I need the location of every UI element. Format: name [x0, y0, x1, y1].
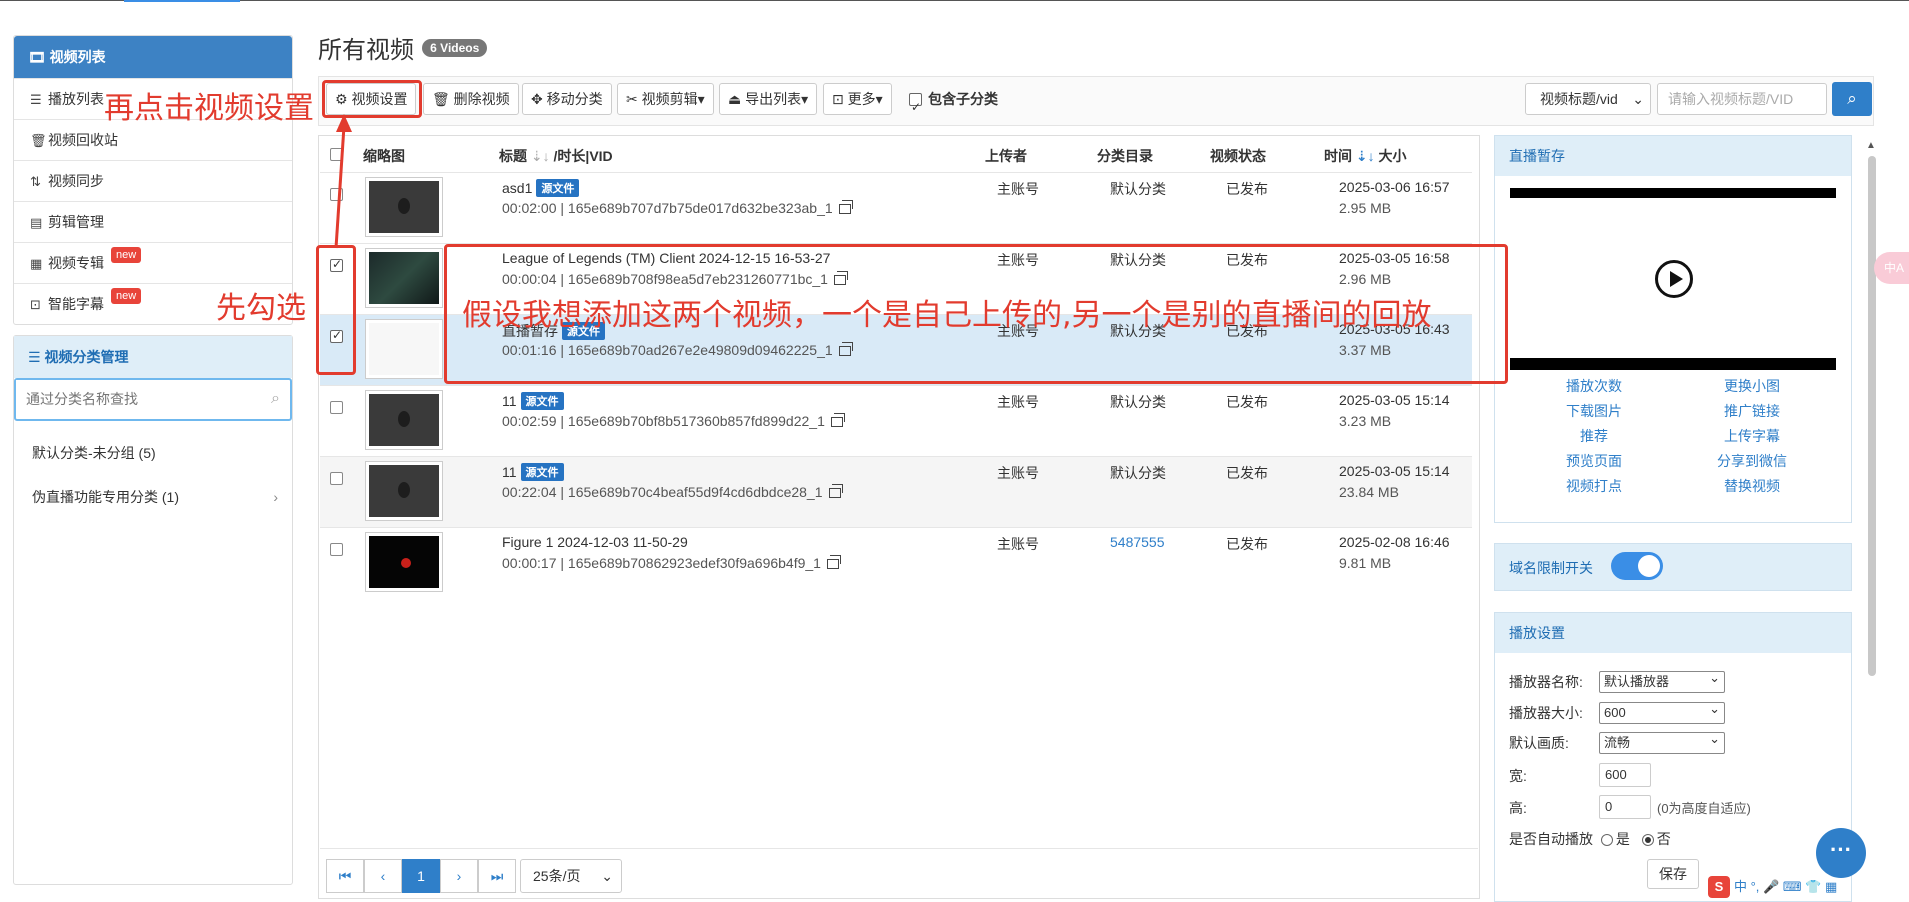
arrow-line [334, 125, 346, 249]
annotation-arrow [334, 114, 352, 249]
arrow-head [336, 114, 352, 132]
